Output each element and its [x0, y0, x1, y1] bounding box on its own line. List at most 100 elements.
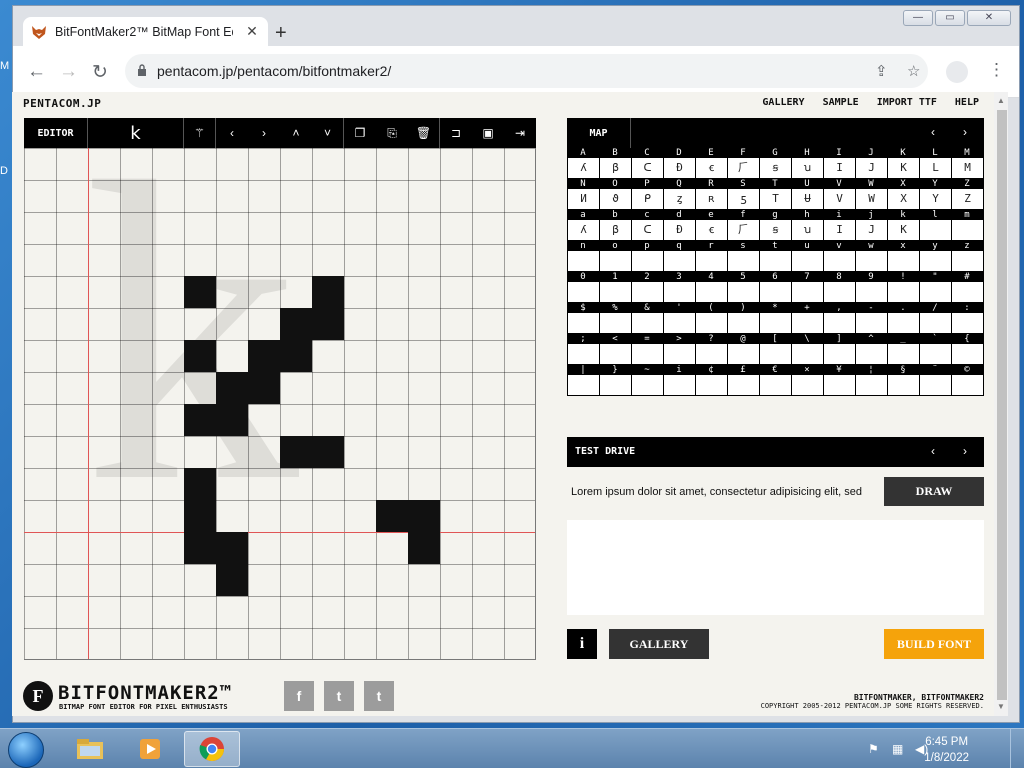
map-glyph-cell[interactable]: [952, 251, 984, 272]
pixel[interactable]: [248, 372, 280, 404]
scroll-down-icon[interactable]: ▼: [997, 702, 1005, 711]
facebook-icon[interactable]: f: [284, 681, 314, 711]
test-drive-next-icon[interactable]: ›: [963, 444, 967, 458]
map-glyph-cell[interactable]: [920, 251, 952, 272]
map-glyph-cell[interactable]: ⺁: [728, 158, 760, 179]
map-glyph-cell[interactable]: Ʉ: [792, 189, 824, 210]
share-icon[interactable]: ⇪: [875, 62, 888, 80]
map-glyph-cell[interactable]: [856, 251, 888, 272]
map-glyph-cell[interactable]: [760, 313, 792, 334]
map-glyph-cell[interactable]: [568, 344, 600, 365]
map-glyph-cell[interactable]: V: [824, 189, 856, 210]
map-glyph-cell[interactable]: [920, 220, 952, 241]
pixel[interactable]: [376, 500, 408, 532]
map-glyph-cell[interactable]: [824, 313, 856, 334]
twitter-icon[interactable]: t: [324, 681, 354, 711]
nav-gallery[interactable]: GALLERY: [762, 97, 804, 108]
map-glyph-cell[interactable]: Ð: [664, 220, 696, 241]
map-glyph-cell[interactable]: Y: [920, 189, 952, 210]
map-glyph-cell[interactable]: I: [824, 220, 856, 241]
map-glyph-cell[interactable]: ȥ: [664, 189, 696, 210]
map-glyph-cell[interactable]: β: [600, 220, 632, 241]
map-glyph-cell[interactable]: [568, 313, 600, 334]
map-glyph-cell[interactable]: [728, 251, 760, 272]
pixel[interactable]: [280, 340, 312, 372]
map-glyph-cell[interactable]: [696, 344, 728, 365]
tumblr-icon[interactable]: t: [364, 681, 394, 711]
map-glyph-cell[interactable]: [792, 375, 824, 396]
pixel[interactable]: [312, 276, 344, 308]
map-glyph-cell[interactable]: ꞓ: [696, 158, 728, 179]
map-glyph-cell[interactable]: [600, 375, 632, 396]
map-glyph-cell[interactable]: L: [920, 158, 952, 179]
map-glyph-cell[interactable]: [856, 375, 888, 396]
map-glyph-cell[interactable]: [728, 375, 760, 396]
map-glyph-cell[interactable]: ꞓ: [696, 220, 728, 241]
pixel[interactable]: [280, 308, 312, 340]
map-glyph-cell[interactable]: [632, 344, 664, 365]
profile-avatar-icon[interactable]: [946, 61, 968, 83]
map-glyph-cell[interactable]: [600, 344, 632, 365]
map-glyph-cell[interactable]: M: [952, 158, 984, 179]
browser-tab[interactable]: BitFontMaker2™ BitMap Font Edi ✕: [23, 17, 268, 46]
media-player-taskbar-icon[interactable]: [122, 731, 178, 767]
paste-icon[interactable]: ⎘: [376, 118, 408, 148]
map-glyph-cell[interactable]: ⺁: [728, 220, 760, 241]
map-glyph-cell[interactable]: [952, 282, 984, 303]
map-glyph-cell[interactable]: [664, 344, 696, 365]
pixel-grid[interactable]: k: [24, 118, 536, 660]
bookmark-star-icon[interactable]: ☆: [907, 62, 920, 80]
open-folder-icon[interactable]: ⊐: [440, 118, 472, 148]
map-glyph-cell[interactable]: [824, 251, 856, 272]
map-glyph-cell[interactable]: [952, 220, 984, 241]
nav-sample[interactable]: SAMPLE: [823, 97, 859, 108]
map-glyph-cell[interactable]: β: [600, 158, 632, 179]
map-glyph-cell[interactable]: [824, 282, 856, 303]
map-glyph-cell[interactable]: [792, 313, 824, 334]
map-glyph-cell[interactable]: [856, 282, 888, 303]
map-glyph-cell[interactable]: [632, 313, 664, 334]
scroll-up-icon[interactable]: ▲: [997, 96, 1005, 105]
map-glyph-cell[interactable]: ʎ: [568, 220, 600, 241]
map-glyph-cell[interactable]: [760, 251, 792, 272]
map-glyph-cell[interactable]: ꭒ: [792, 220, 824, 241]
trash-icon[interactable]: 🗑: [408, 118, 440, 148]
map-glyph-cell[interactable]: ꭒ: [792, 158, 824, 179]
close-icon[interactable]: ✕: [244, 23, 260, 40]
test-drive-input[interactable]: Lorem ipsum dolor sit amet, consectetur …: [571, 486, 862, 498]
draw-button[interactable]: DRAW: [884, 477, 984, 506]
export-icon[interactable]: ⇥: [504, 118, 536, 148]
map-glyph-cell[interactable]: I: [824, 158, 856, 179]
map-glyph-cell[interactable]: [792, 251, 824, 272]
map-glyph-cell[interactable]: [568, 251, 600, 272]
map-glyph-cell[interactable]: ᑭ: [632, 189, 664, 210]
map-glyph-cell[interactable]: [888, 313, 920, 334]
back-icon[interactable]: ←: [27, 61, 46, 83]
test-drive-prev-icon[interactable]: ‹: [931, 444, 935, 458]
action-center-icon[interactable]: ⚑: [868, 742, 879, 756]
network-icon[interactable]: ▦: [892, 742, 903, 756]
copy-icon[interactable]: ❐: [344, 118, 376, 148]
map-glyph-cell[interactable]: [952, 313, 984, 334]
taskbar-clock[interactable]: 6:45 PM 1/8/2022: [924, 734, 969, 766]
info-button[interactable]: i: [567, 629, 597, 659]
map-glyph-cell[interactable]: [632, 282, 664, 303]
map-glyph-cell[interactable]: [856, 313, 888, 334]
map-glyph-cell[interactable]: T: [760, 189, 792, 210]
map-glyph-cell[interactable]: K: [888, 220, 920, 241]
nav-import-ttf[interactable]: IMPORT TTF: [877, 97, 937, 108]
map-glyph-cell[interactable]: [888, 344, 920, 365]
save-icon[interactable]: ▣: [472, 118, 504, 148]
map-glyph-cell[interactable]: [920, 282, 952, 303]
map-glyph-cell[interactable]: [696, 251, 728, 272]
map-glyph-cell[interactable]: [888, 375, 920, 396]
start-button-icon[interactable]: [8, 732, 44, 768]
show-desktop-button[interactable]: [1010, 729, 1024, 768]
pixel[interactable]: [184, 340, 216, 372]
minimize-icon[interactable]: —: [903, 10, 933, 26]
map-glyph-cell[interactable]: [696, 313, 728, 334]
address-bar[interactable]: pentacom.jp/pentacom/bitfontmaker2/ ⇪ ☆: [125, 54, 928, 88]
pixel[interactable]: [408, 532, 440, 564]
map-glyph-cell[interactable]: [664, 313, 696, 334]
map-glyph-cell[interactable]: [664, 282, 696, 303]
